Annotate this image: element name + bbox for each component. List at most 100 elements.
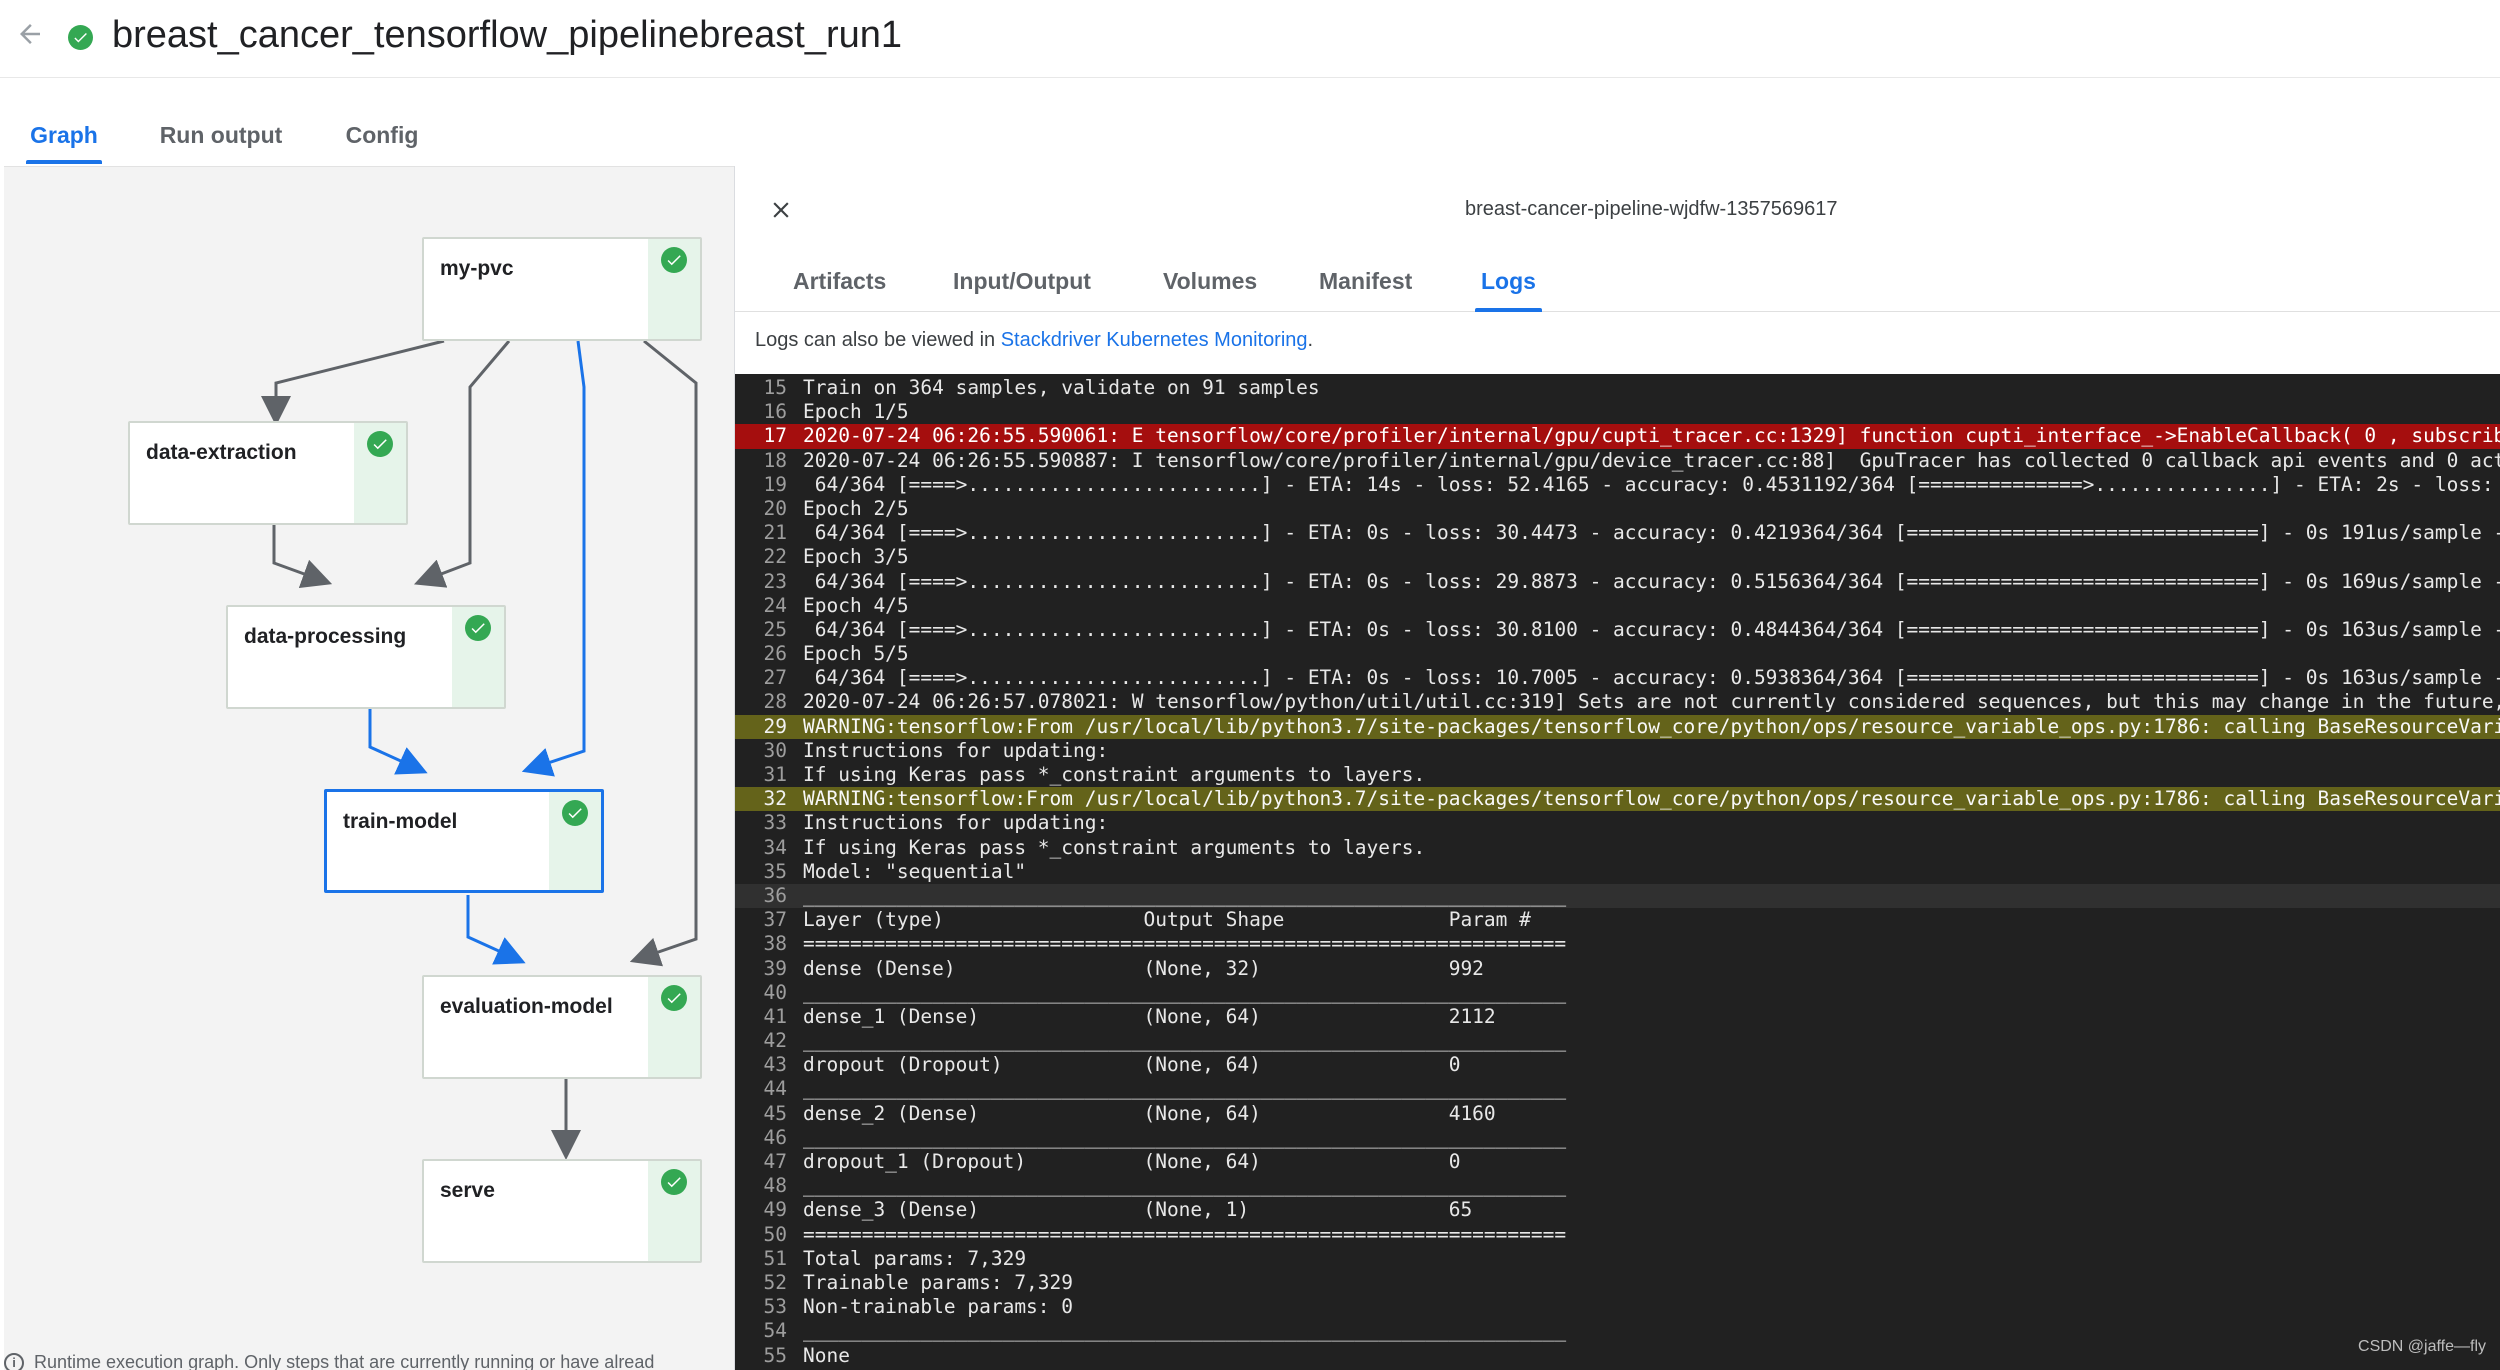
log-line-text: Epoch 5/5 xyxy=(803,642,909,666)
log-line: 50 ======================================… xyxy=(735,1223,2500,1247)
log-line: 52 Trainable params: 7,329 xyxy=(735,1271,2500,1295)
log-line-number: 24 xyxy=(763,593,787,617)
log-line-text: 64/364 [====>.........................] … xyxy=(803,472,2494,496)
node-status xyxy=(452,607,504,707)
log-line-text: Non-trainable params: 0 xyxy=(803,1295,1074,1319)
runtime-graph: my-pvc data-extraction data-processing t… xyxy=(4,166,734,1370)
tab-manifest[interactable]: Manifest xyxy=(1319,252,1412,312)
log-line-number: 47 xyxy=(763,1150,787,1173)
tab-label: Config xyxy=(345,122,419,148)
success-check-icon xyxy=(661,247,687,273)
log-line-text: dense (Dense) (None, 32) 992 xyxy=(803,956,1567,980)
graph-footnote: i Runtime execution graph. Only steps th… xyxy=(4,1352,654,1370)
node-status xyxy=(648,239,700,339)
edge-pvc-processing xyxy=(413,340,511,588)
node-data-extraction[interactable]: data-extraction xyxy=(128,421,408,525)
tab-volumes[interactable]: Volumes xyxy=(1163,252,1257,312)
log-line: 38 ======================================… xyxy=(735,932,2500,956)
logs-note-prefix: Logs can also be viewed in xyxy=(755,329,1001,351)
log-line-number: 38 xyxy=(763,932,787,956)
node-serve[interactable]: serve xyxy=(422,1159,702,1263)
success-check-icon xyxy=(661,985,687,1011)
log-line: 19 64/364 [====>........................… xyxy=(735,473,2500,497)
log-line: 24 Epoch 4/5 xyxy=(735,594,2500,618)
node-status xyxy=(549,792,601,890)
tab-graph[interactable]: Graph xyxy=(26,100,102,166)
log-line-text: ________________________________________… xyxy=(803,1319,1567,1343)
panel-title: breast-cancer-pipeline-wjdfw-1357569617 xyxy=(1465,198,1838,220)
log-line-text: ________________________________________… xyxy=(803,883,1567,907)
success-check-icon xyxy=(562,800,588,826)
node-my-pvc[interactable]: my-pvc xyxy=(422,237,702,341)
stackdriver-link[interactable]: Stackdriver Kubernetes Monitoring xyxy=(1001,329,1308,351)
success-check-icon xyxy=(68,25,93,50)
log-line-number: 25 xyxy=(763,617,787,641)
footnote-text: Runtime execution graph. Only steps that… xyxy=(34,1352,655,1370)
tab-label: Graph xyxy=(30,122,98,148)
edge-train-evaluation xyxy=(466,895,526,965)
success-check-icon xyxy=(661,1169,687,1195)
log-line-number: 22 xyxy=(763,545,787,569)
node-label: train-model xyxy=(343,810,458,833)
log-line-number: 46 xyxy=(763,1125,787,1149)
log-line-text: 64/364 [====>.........................] … xyxy=(803,521,2500,545)
log-line: 51 Total params: 7,329 xyxy=(735,1247,2500,1271)
log-line-text: dense_2 (Dense) (None, 64) 4160 xyxy=(803,1101,1567,1125)
log-line-text: dense_1 (Dense) (None, 64) 2112 xyxy=(803,1004,1567,1028)
active-tab-indicator xyxy=(26,160,102,164)
log-line: 26 Epoch 5/5 xyxy=(735,642,2500,666)
log-line: 48 ______________________________________… xyxy=(735,1174,2500,1198)
log-line-text: dropout (Dropout) (None, 64) 0 xyxy=(803,1053,1567,1077)
log-line-text: ========================================… xyxy=(803,1222,1567,1246)
log-line: 37 Layer (type) Output Shape Param # xyxy=(735,908,2500,932)
edge-pvc-train xyxy=(521,340,586,777)
tab-label: Artifacts xyxy=(793,268,887,294)
back-arrow-icon[interactable] xyxy=(10,14,50,54)
log-line-number: 55 xyxy=(763,1343,787,1367)
node-train-model[interactable]: train-model xyxy=(324,789,604,893)
log-viewer[interactable]: 15 Train on 364 samples, validate on 91 s… xyxy=(735,374,2500,1370)
tab-input-output[interactable]: Input/Output xyxy=(953,252,1091,312)
log-line-number: 15 xyxy=(763,376,787,399)
tab-run-output[interactable]: Run output xyxy=(158,100,284,166)
log-line: 39 dense (Dense) (None, 32) 992 xyxy=(735,957,2500,981)
log-line: 34 If using Keras pass *_constraint argum… xyxy=(735,836,2500,860)
node-data-processing[interactable]: data-processing xyxy=(226,605,506,709)
log-line: 45 dense_2 (Dense) (None, 64) 4160 xyxy=(735,1102,2500,1126)
log-line: 43 dropout (Dropout) (None, 64) 0 xyxy=(735,1053,2500,1077)
log-line-text: None xyxy=(803,1343,850,1367)
log-line-number: 44 xyxy=(763,1077,787,1101)
log-line-number: 49 xyxy=(763,1198,787,1222)
logs-note: Logs can also be viewed in Stackdriver K… xyxy=(755,329,1313,352)
log-line-number: 33 xyxy=(763,811,787,835)
log-line-text: Epoch 2/5 xyxy=(803,496,909,520)
log-line-text: dense_3 (Dense) (None, 1) 65 xyxy=(803,1198,1567,1222)
log-line-text: 64/364 [====>.........................] … xyxy=(803,666,2500,690)
node-label: my-pvc xyxy=(440,257,514,280)
node-status xyxy=(648,977,700,1077)
tab-config[interactable]: Config xyxy=(344,100,420,166)
log-line: 16 Epoch 1/5 xyxy=(735,400,2500,424)
log-line-number: 26 xyxy=(763,642,787,666)
tab-logs[interactable]: Logs xyxy=(1475,252,1542,312)
log-line-text: ________________________________________… xyxy=(803,1077,1567,1101)
node-evaluation-model[interactable]: evaluation-model xyxy=(422,975,702,1079)
tab-label: Input/Output xyxy=(953,268,1091,294)
logs-note-suffix: . xyxy=(1307,329,1314,351)
tab-artifacts[interactable]: Artifacts xyxy=(793,252,886,312)
log-line-text: Instructions for updating: xyxy=(803,738,1109,762)
log-line-number: 31 xyxy=(763,763,787,786)
log-line-text: ________________________________________… xyxy=(803,980,1567,1004)
log-line: 22 Epoch 3/5 xyxy=(735,545,2500,569)
log-line-text: 2020-07-24 06:26:55.590061: E tensorflow… xyxy=(803,424,2500,448)
close-icon[interactable] xyxy=(763,192,799,228)
log-line-number: 28 xyxy=(763,690,787,714)
node-status xyxy=(648,1161,700,1261)
success-check-icon xyxy=(367,431,393,457)
main-tabs: Graph Run output Config xyxy=(0,100,2500,166)
node-label: data-extraction xyxy=(146,441,297,464)
log-line-text: Instructions for updating: xyxy=(803,811,1109,835)
node-details-panel: breast-cancer-pipeline-wjdfw-1357569617 … xyxy=(734,166,2500,1370)
log-line-number: 16 xyxy=(763,400,787,424)
log-line-number: 20 xyxy=(763,496,787,520)
